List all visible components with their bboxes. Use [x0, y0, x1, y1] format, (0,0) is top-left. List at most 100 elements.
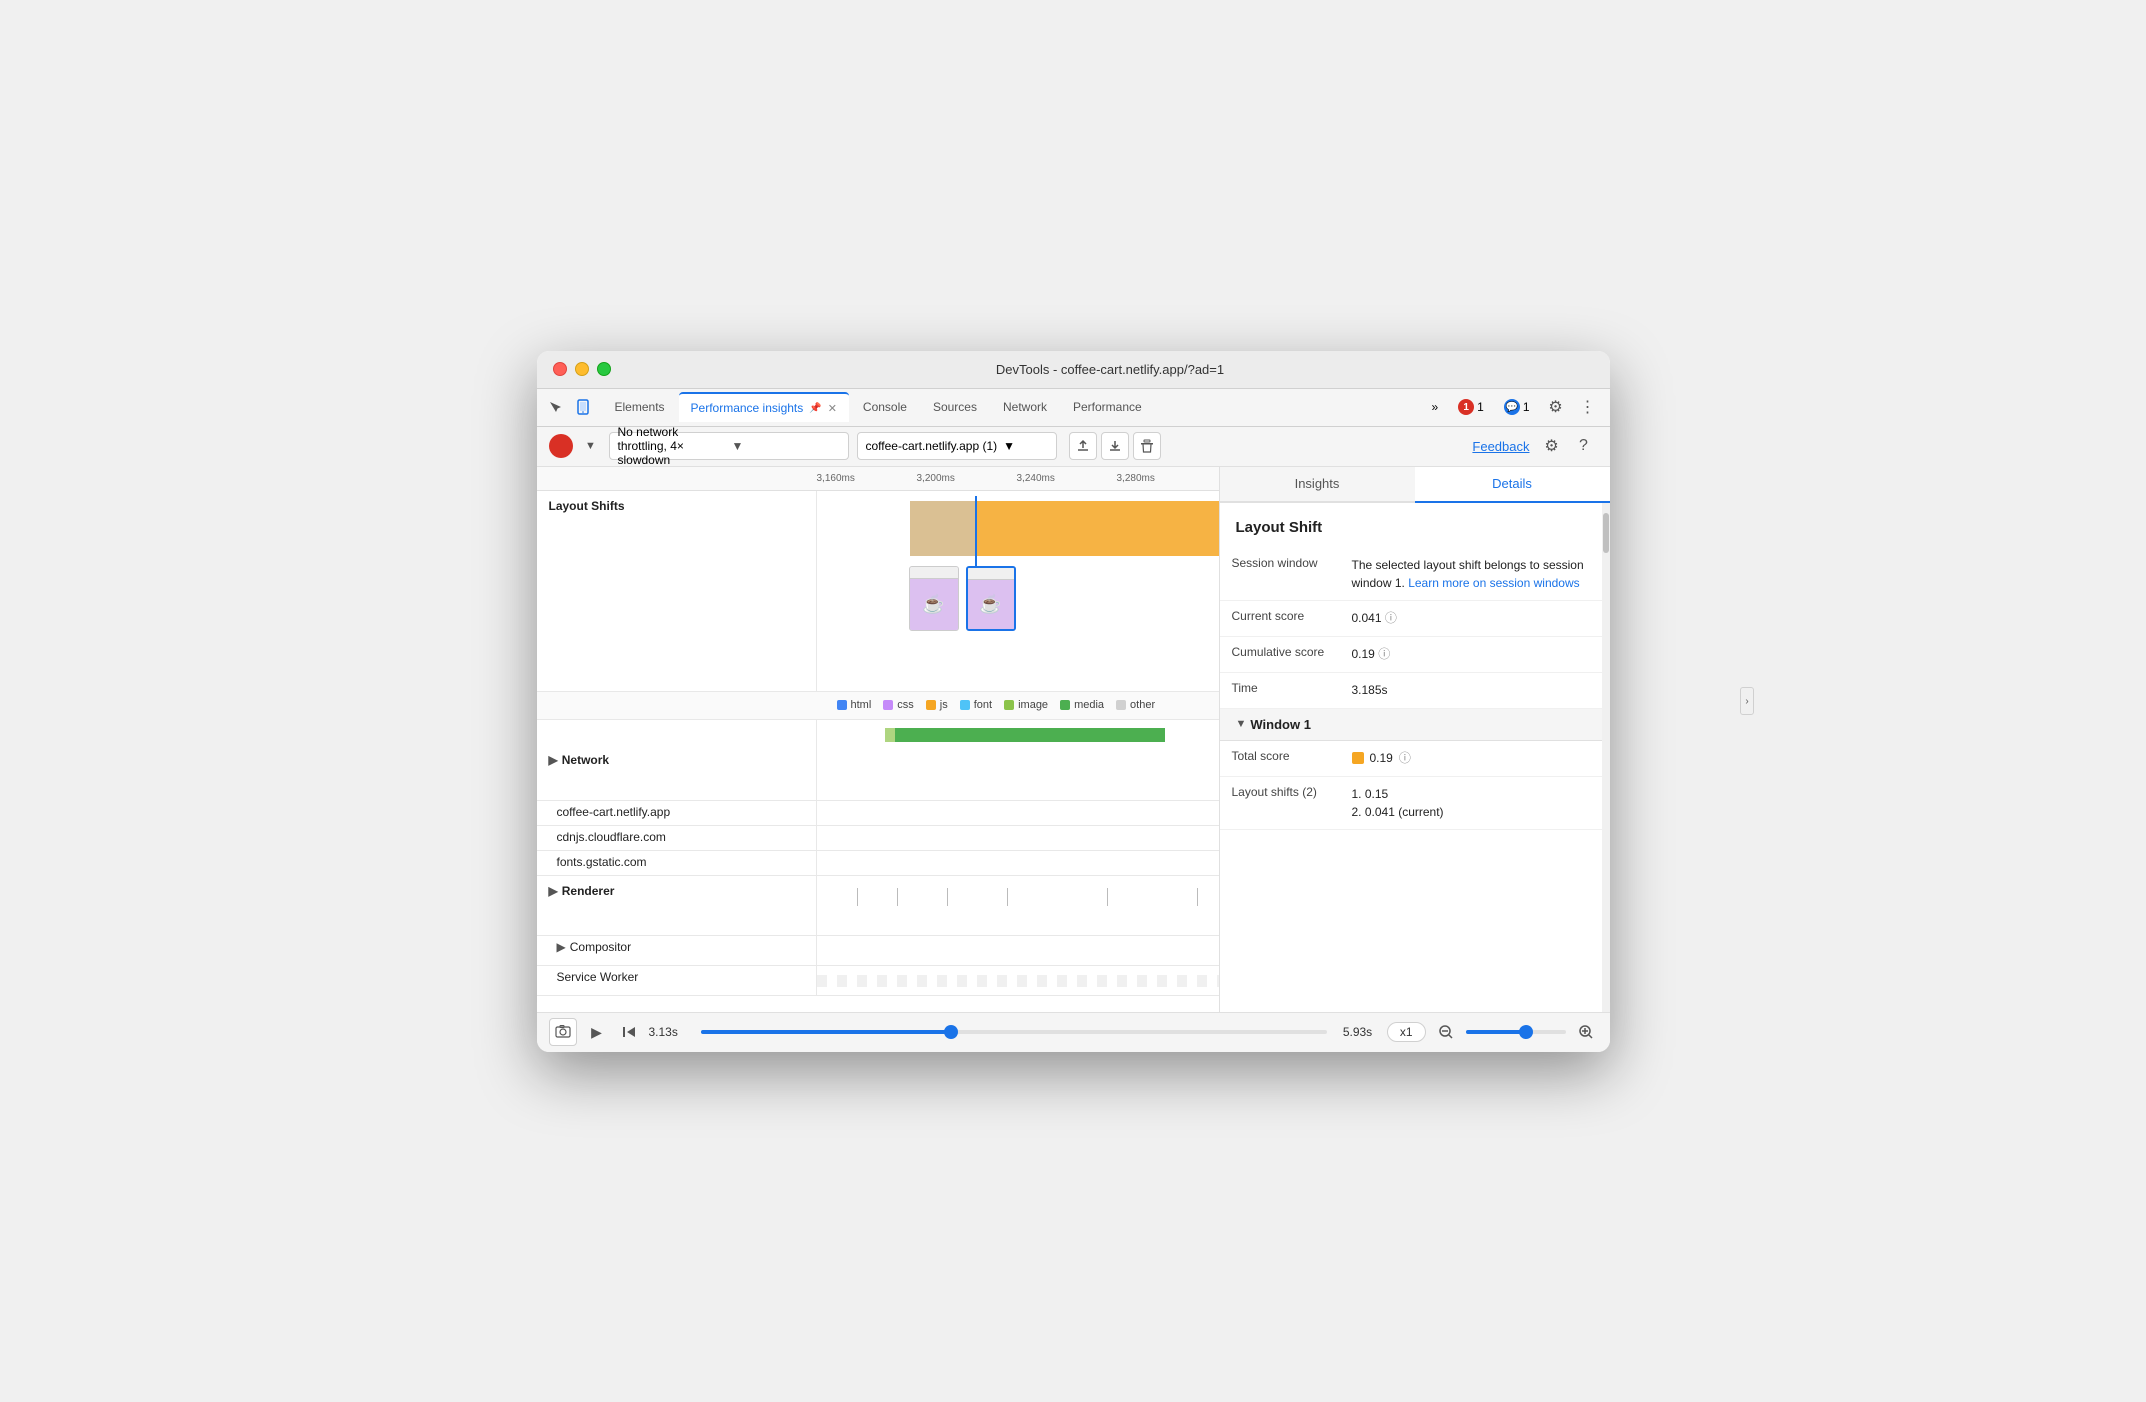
timeline-slider-thumb[interactable]: [944, 1025, 958, 1039]
tab-bar: Elements Performance insights 📌 ✕ Consol…: [537, 389, 1610, 427]
detail-row-session-window: Session window The selected layout shift…: [1220, 548, 1602, 601]
session-windows-link[interactable]: Learn more on session windows: [1408, 576, 1579, 590]
network-row-2: cdnjs.cloudflare.com: [537, 826, 1219, 851]
ruler-label-3: 3,240ms: [1017, 473, 1055, 484]
window-1-label: Window 1: [1250, 717, 1311, 732]
tab-performance-insights[interactable]: Performance insights 📌 ✕: [679, 392, 849, 422]
total-score-help-icon[interactable]: ⓘ: [1399, 749, 1411, 767]
compositor-label-text[interactable]: Compositor: [570, 940, 631, 954]
minimize-button[interactable]: [575, 362, 589, 376]
service-worker-wave: [817, 975, 1219, 987]
layout-shift-item-2[interactable]: 2. 0.041 (current): [1352, 803, 1590, 821]
cumulative-score-value: 0.19: [1352, 647, 1379, 661]
tab-close-icon[interactable]: ✕: [828, 402, 837, 415]
cursor-icon[interactable]: [545, 397, 565, 417]
overflow-tabs-button[interactable]: »: [1423, 398, 1446, 416]
timeline-slider-fill: [701, 1030, 952, 1034]
tab-details-label: Details: [1492, 476, 1532, 491]
tab-network[interactable]: Network: [991, 392, 1059, 422]
network-label-text[interactable]: Network: [562, 753, 609, 767]
skip-to-start-button[interactable]: [617, 1020, 641, 1044]
more-options-button[interactable]: ⋮: [1574, 393, 1602, 421]
current-score-value: 0.041: [1352, 611, 1385, 625]
window-1-section[interactable]: ▼ Window 1: [1220, 709, 1602, 741]
legend-html: html: [837, 699, 872, 711]
network-row-2-label: cdnjs.cloudflare.com: [537, 826, 817, 850]
cumulative-score-key: Cumulative score: [1220, 637, 1340, 672]
detail-row-total-score: Total score 0.19 ⓘ: [1220, 741, 1602, 777]
legend-js: js: [926, 699, 948, 711]
current-score-key: Current score: [1220, 601, 1340, 636]
bottom-bar: ▶ 3.13s 5.93s x1: [537, 1012, 1610, 1052]
ruler-label-1: 3,160ms: [817, 473, 855, 484]
help-icon[interactable]: ?: [1570, 432, 1598, 460]
messages-button[interactable]: 💬 1: [1496, 397, 1538, 417]
tab-insights[interactable]: Insights: [1220, 467, 1415, 503]
legend-css: css: [883, 699, 914, 711]
url-select[interactable]: coffee-cart.netlify.app (1) ▼: [857, 432, 1057, 460]
total-score-val: 0.19 ⓘ: [1340, 741, 1602, 776]
zoom-out-button[interactable]: [1434, 1020, 1458, 1044]
layout-shift-item-1[interactable]: 1. 0.15: [1352, 785, 1590, 803]
feedback-link[interactable]: Feedback: [1472, 439, 1529, 454]
current-score-help-icon[interactable]: ⓘ: [1385, 611, 1397, 625]
dropdown-arrow[interactable]: ▼: [581, 436, 601, 456]
tick-2: [897, 888, 898, 906]
thumb-1-top: [910, 567, 958, 579]
time-key-text: Time: [1232, 681, 1258, 695]
layout-shift-thumb-2[interactable]: ☕: [966, 566, 1016, 631]
layout-shift-bar-gray: [910, 501, 975, 556]
settings-gear-icon[interactable]: ⚙: [1538, 432, 1566, 460]
layout-shifts-content[interactable]: ☕ ☕: [817, 491, 1219, 691]
record-button[interactable]: [549, 434, 573, 458]
start-time-label: 3.13s: [649, 1025, 685, 1039]
pin-icon: 📌: [809, 403, 821, 414]
play-button[interactable]: ▶: [585, 1020, 609, 1044]
zoom-controls: [1434, 1020, 1598, 1044]
net-bar-main: [895, 728, 1165, 742]
close-button[interactable]: [553, 362, 567, 376]
compositor-label: ▶ Compositor: [537, 936, 817, 965]
zoom-slider[interactable]: [1466, 1030, 1566, 1034]
layout-shifts-key-text: Layout shifts (2): [1232, 785, 1317, 799]
upload-button[interactable]: [1069, 432, 1097, 460]
throttle-select[interactable]: No network throttling, 4× slowdown ▼: [609, 432, 849, 460]
ruler-marks: 3,160ms 3,200ms 3,240ms 3,280ms: [817, 473, 1217, 484]
mobile-icon[interactable]: [573, 397, 593, 417]
right-panel: Insights Details Layout Shift Session wi…: [1220, 467, 1610, 1012]
layout-shift-thumb-1[interactable]: ☕: [909, 566, 959, 631]
scrollbar-thumb[interactable]: [1603, 513, 1609, 553]
maximize-button[interactable]: [597, 362, 611, 376]
score-square-icon: [1352, 752, 1364, 764]
zoom-slider-thumb[interactable]: [1519, 1025, 1533, 1039]
tab-elements[interactable]: Elements: [603, 392, 677, 422]
ruler-mark-1: 3,160ms: [817, 473, 917, 484]
network-row-1-content: [817, 801, 1219, 825]
legend-html-dot: [837, 700, 847, 710]
settings-button[interactable]: ⚙: [1542, 393, 1570, 421]
detail-row-cumulative-score: Cumulative score 0.19 ⓘ: [1220, 637, 1602, 673]
download-button[interactable]: [1101, 432, 1129, 460]
cumulative-score-help-icon[interactable]: ⓘ: [1378, 647, 1390, 661]
tab-network-label: Network: [1003, 400, 1047, 414]
errors-button[interactable]: 1 1: [1450, 397, 1492, 417]
zoom-level-badge[interactable]: x1: [1387, 1022, 1426, 1042]
delete-button[interactable]: [1133, 432, 1161, 460]
tab-sources[interactable]: Sources: [921, 392, 989, 422]
time-val: 3.185s: [1340, 673, 1602, 708]
layout-shifts-list: 1. 0.15 2. 0.041 (current): [1340, 777, 1602, 829]
devtools-window: DevTools - coffee-cart.netlify.app/?ad=1…: [537, 351, 1610, 1052]
right-panel-scrollbar[interactable]: [1602, 503, 1610, 1012]
current-score-key-text: Current score: [1232, 609, 1305, 623]
tab-details[interactable]: Details: [1415, 467, 1610, 503]
net-host-2: cdnjs.cloudflare.com: [557, 830, 666, 844]
renderer-arrow-icon: ▶: [549, 884, 558, 898]
timeline-slider[interactable]: [701, 1030, 1327, 1034]
screenshot-button[interactable]: [549, 1018, 577, 1046]
tab-console[interactable]: Console: [851, 392, 919, 422]
network-content: [817, 720, 1219, 800]
thumb-2-top: [968, 568, 1014, 580]
tab-performance[interactable]: Performance: [1061, 392, 1154, 422]
zoom-in-button[interactable]: [1574, 1020, 1598, 1044]
renderer-label-text[interactable]: Renderer: [562, 884, 615, 898]
